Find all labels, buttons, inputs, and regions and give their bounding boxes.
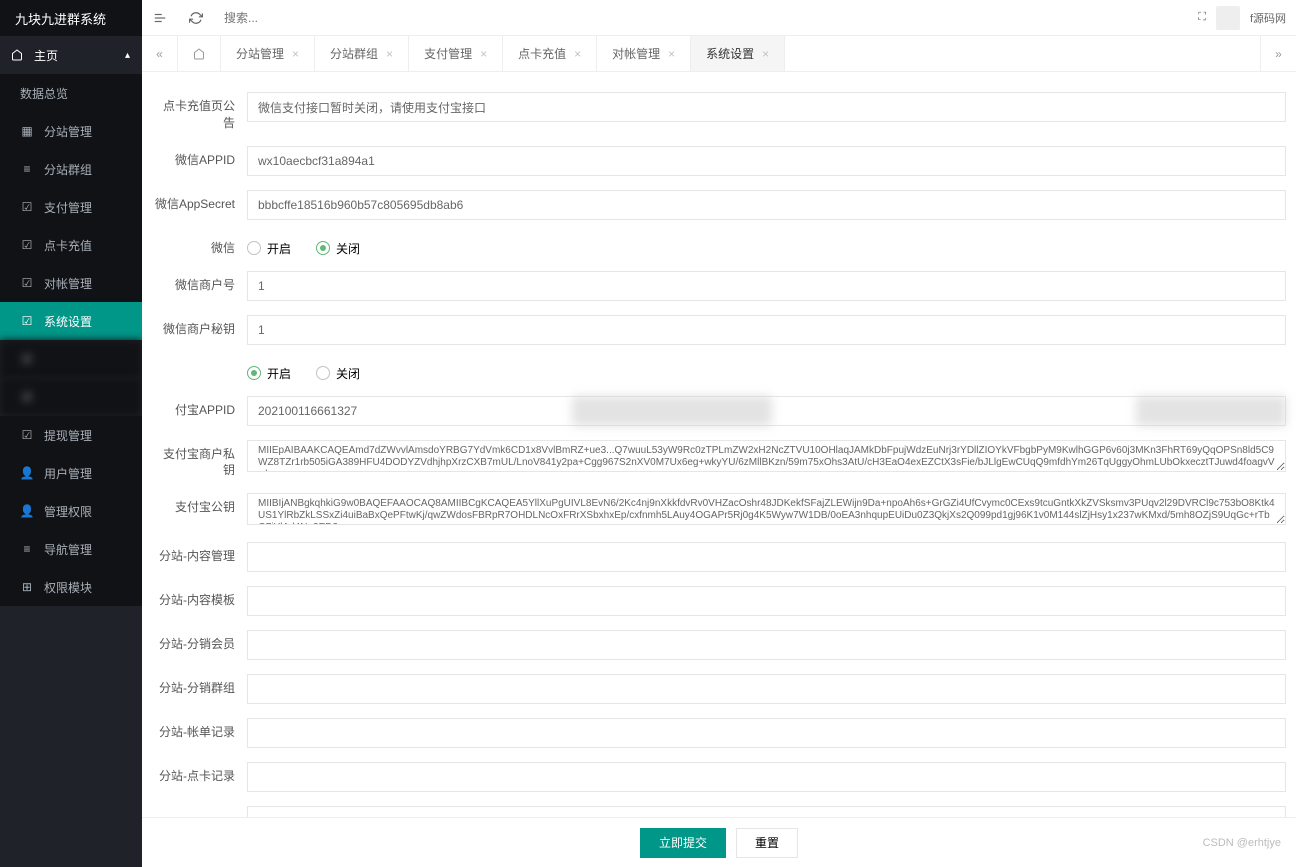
radio-icon <box>316 241 330 255</box>
label-wx-appid: 微信APPID <box>152 146 247 169</box>
label-wx-mchkey: 微信商户秘钥 <box>152 315 247 338</box>
radio-icon <box>247 366 261 380</box>
search-input[interactable] <box>224 11 1188 25</box>
label-ali-appid: 付宝APPID <box>152 396 247 419</box>
menu-home[interactable]: 主页 ▴ <box>0 36 142 74</box>
close-icon[interactable]: × <box>668 47 675 61</box>
label-ali-private: 支付宝商户私钥 <box>152 440 247 480</box>
chevron-up-icon: ▴ <box>125 50 130 61</box>
reset-button[interactable]: 重置 <box>736 828 798 858</box>
user-icon: 👤 <box>20 466 34 480</box>
radio-icon <box>247 241 261 255</box>
sidebar-item-settings[interactable]: ☑系统设置 <box>0 302 142 340</box>
label-site-group: 分站-分销群组 <box>152 674 247 697</box>
label-site-template: 分站-内容模板 <box>152 586 247 609</box>
check-icon: ☑ <box>20 276 34 290</box>
input-wx-appid[interactable] <box>247 146 1286 176</box>
input-wx-mch[interactable] <box>247 271 1286 301</box>
tab-group[interactable]: 分站群组× <box>315 36 409 71</box>
label-wx-mch: 微信商户号 <box>152 271 247 294</box>
label-site-content: 分站-内容管理 <box>152 542 247 565</box>
input-extra[interactable] <box>247 806 1286 817</box>
tabs-prev[interactable]: « <box>142 36 178 71</box>
close-icon[interactable]: × <box>480 47 487 61</box>
input-site-member[interactable] <box>247 630 1286 660</box>
list-icon: ≡ <box>20 162 34 176</box>
tab-payment[interactable]: 支付管理× <box>409 36 503 71</box>
label-wx-toggle: 微信 <box>152 234 247 257</box>
sidebar-item-group[interactable]: ≡分站群组 <box>0 150 142 188</box>
check-icon: ☑ <box>20 238 34 252</box>
tab-settings[interactable]: 系统设置× <box>691 36 785 71</box>
input-wx-secret[interactable] <box>247 190 1286 220</box>
collapse-button[interactable] <box>142 0 178 36</box>
sidebar-item-overview[interactable]: 数据总览 <box>0 74 142 112</box>
home-icon <box>10 48 24 62</box>
fullscreen-icon[interactable]: ⛶ <box>1198 11 1206 24</box>
textarea-ali-public[interactable]: MIIBIjANBgkqhkiG9w0BAQEFAAOCAQ8AMIIBCgKC… <box>247 493 1286 525</box>
submit-button[interactable]: 立即提交 <box>640 828 726 858</box>
search-container <box>214 11 1198 25</box>
label-ali-public: 支付宝公钥 <box>152 493 247 516</box>
tabs-next[interactable]: » <box>1260 36 1296 71</box>
input-site-card[interactable] <box>247 762 1286 792</box>
sidebar-item-topup[interactable]: ☑点卡充值 <box>0 226 142 264</box>
sidebar-item-payment[interactable]: ☑支付管理 <box>0 188 142 226</box>
label-wx-secret: 微信AppSecret <box>152 190 247 213</box>
check-icon: ☑ <box>20 314 34 328</box>
label-site-bill: 分站-帐单记录 <box>152 718 247 741</box>
radio-icon <box>316 366 330 380</box>
input-site-bill[interactable] <box>247 718 1286 748</box>
menu-home-label: 主页 <box>34 47 58 64</box>
sidebar-item-reconcile[interactable]: ☑对帐管理 <box>0 264 142 302</box>
input-site-template[interactable] <box>247 586 1286 616</box>
close-icon[interactable]: × <box>574 47 581 61</box>
tab-reconcile[interactable]: 对帐管理× <box>597 36 691 71</box>
radio-wx-close[interactable]: 关闭 <box>316 240 360 257</box>
close-icon[interactable]: × <box>386 47 393 61</box>
input-site-content[interactable] <box>247 542 1286 572</box>
close-icon[interactable]: × <box>762 47 769 61</box>
source-text: f源码网 <box>1250 10 1286 26</box>
textarea-ali-private[interactable]: MIIEpAIBAAKCAQEAmd7dZWvvlAmsdoYRBG7YdVmk… <box>247 440 1286 472</box>
tab-home[interactable] <box>178 36 221 71</box>
radio-wx-open[interactable]: 开启 <box>247 240 291 257</box>
input-notice[interactable] <box>247 92 1286 122</box>
check-icon: ☑ <box>20 428 34 442</box>
sidebar-item-withdraw[interactable]: ☑提现管理 <box>0 416 142 454</box>
sidebar-item-substation[interactable]: ▦分站管理 <box>0 112 142 150</box>
label-site-member: 分站-分销会员 <box>152 630 247 653</box>
check-icon: ☑ <box>20 200 34 214</box>
tab-topup[interactable]: 点卡充值× <box>503 36 597 71</box>
app-logo: 九块九进群系统 <box>0 0 142 36</box>
sidebar-item-permission[interactable]: ⊞权限模块 <box>0 568 142 606</box>
sidebar-item-admin[interactable]: 👤管理权限 <box>0 492 142 530</box>
close-icon[interactable]: × <box>292 47 299 61</box>
label-notice: 点卡充值页公告 <box>152 92 247 132</box>
grid-icon: ▦ <box>20 124 34 138</box>
input-site-group[interactable] <box>247 674 1286 704</box>
refresh-button[interactable] <box>178 0 214 36</box>
sidebar-item-nav[interactable]: ≡导航管理 <box>0 530 142 568</box>
sidebar-item-users[interactable]: 👤用户管理 <box>0 454 142 492</box>
avatar[interactable] <box>1216 6 1240 30</box>
sidebar-item-hidden2[interactable]: ☑ <box>0 378 142 416</box>
grid-icon: ⊞ <box>20 580 34 594</box>
tab-substation[interactable]: 分站管理× <box>221 36 315 71</box>
bars-icon: ≡ <box>20 542 34 556</box>
watermark: CSDN @erhtjye <box>1203 837 1281 849</box>
radio-ali-close[interactable]: 关闭 <box>316 365 360 382</box>
label-site-card: 分站-点卡记录 <box>152 762 247 785</box>
label-ali-toggle <box>152 359 247 365</box>
user-icon: 👤 <box>20 504 34 518</box>
sidebar-item-hidden1[interactable]: ☑ <box>0 340 142 378</box>
input-wx-mchkey[interactable] <box>247 315 1286 345</box>
radio-ali-open[interactable]: 开启 <box>247 365 291 382</box>
